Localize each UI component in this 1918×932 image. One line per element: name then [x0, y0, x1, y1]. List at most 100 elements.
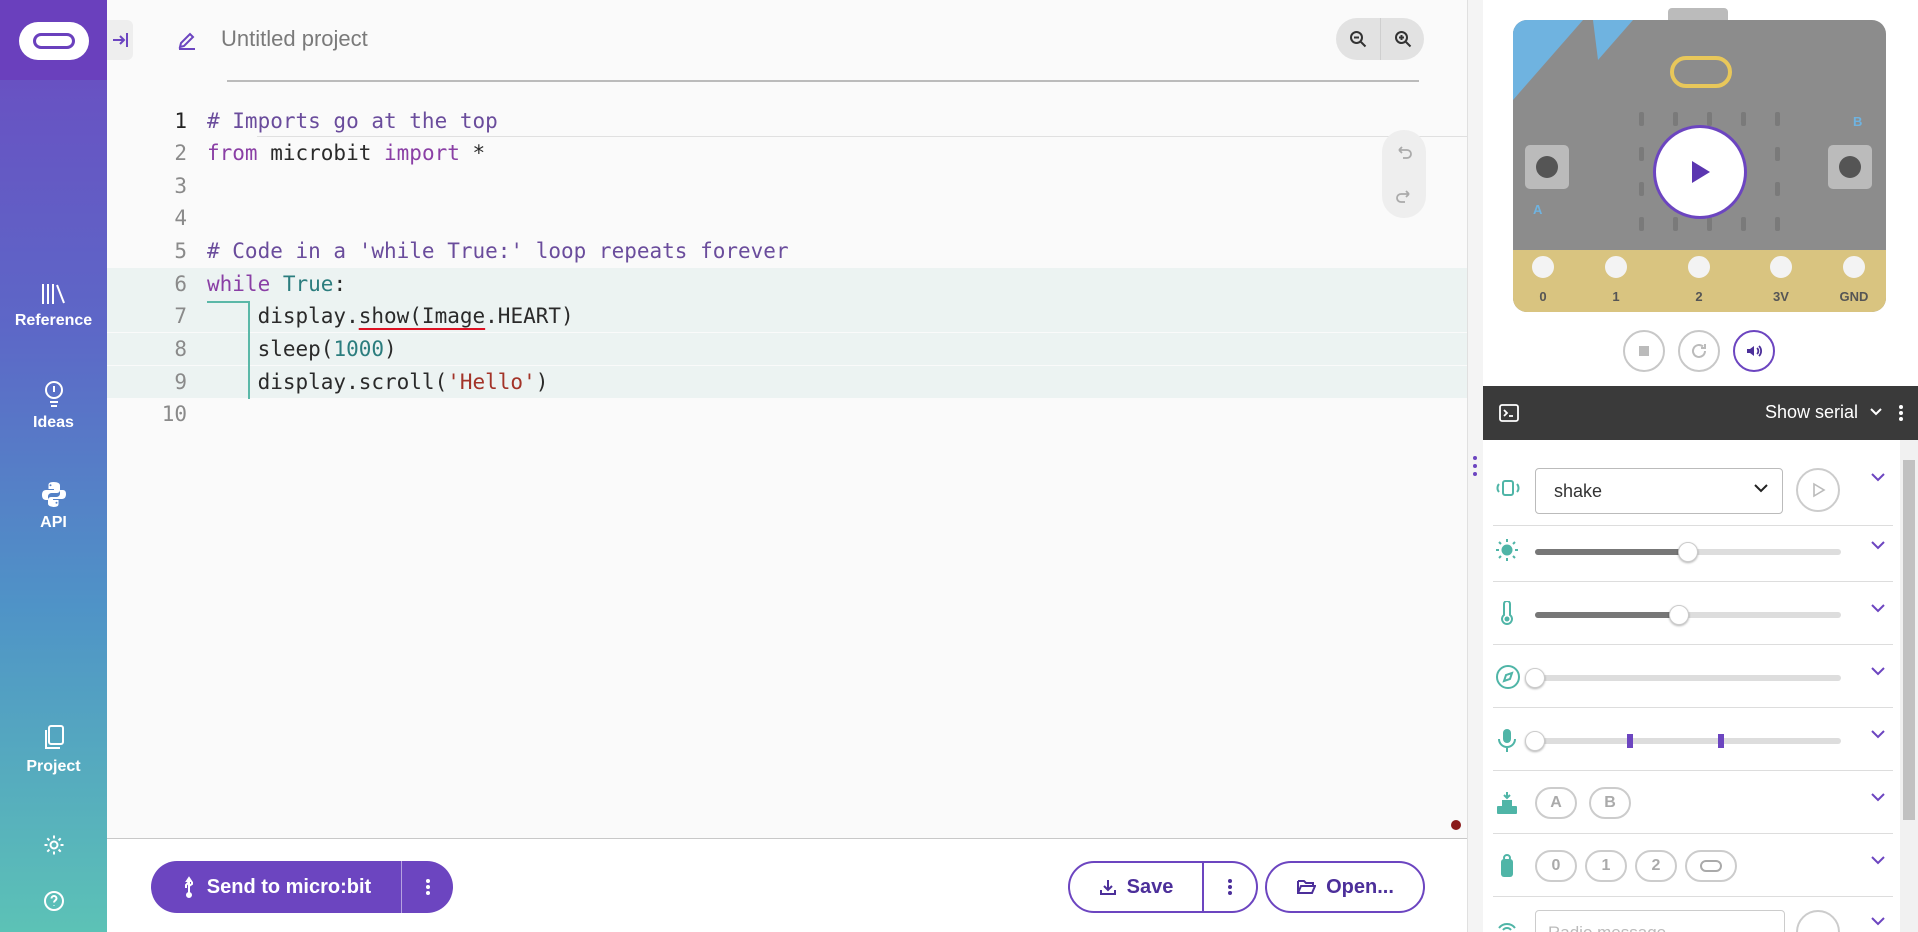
send-more-button[interactable]: [401, 861, 453, 913]
terminal-icon: [1499, 404, 1519, 422]
code-line[interactable]: 3: [107, 170, 1467, 202]
send-to-microbit-button[interactable]: Send to micro:bit: [151, 861, 401, 913]
chevron-down-icon[interactable]: [1871, 729, 1885, 739]
board-button-b[interactable]: [1828, 145, 1872, 189]
compass-slider[interactable]: [1525, 668, 1841, 688]
serial-bar[interactable]: Show serial: [1483, 386, 1918, 440]
code-token: ): [384, 337, 397, 361]
stop-button[interactable]: [1623, 330, 1665, 372]
radio-message-input[interactable]: Radio message: [1535, 910, 1785, 932]
thermometer-icon: [1501, 601, 1513, 625]
sidebar-item-ideas[interactable]: Ideas: [0, 380, 107, 432]
line-content: display.scroll('Hello'): [207, 366, 549, 398]
code-line[interactable]: 2 from microbit import *: [107, 137, 1467, 169]
code-line[interactable]: 9 display.scroll('Hello'): [107, 366, 1467, 398]
code-line[interactable]: 1 # Imports go at the top: [107, 105, 1467, 137]
chevron-down-icon: [1870, 408, 1882, 416]
help-button[interactable]: [0, 890, 107, 918]
sound-threshold-high[interactable]: [1718, 734, 1724, 748]
code-token: microbit: [257, 141, 385, 165]
chevron-down-icon[interactable]: [1871, 603, 1885, 613]
code-editor[interactable]: 1 # Imports go at the top 2 from microbit …: [107, 100, 1467, 835]
save-button[interactable]: Save: [1070, 863, 1204, 911]
code-token: 'Hello': [447, 370, 536, 394]
code-line[interactable]: 4: [107, 202, 1467, 234]
chevron-down-icon[interactable]: [1871, 472, 1885, 482]
radio-icon: [1498, 923, 1516, 931]
sensor-scrollbar[interactable]: [1900, 440, 1918, 932]
sound-slider-knob[interactable]: [1525, 731, 1545, 751]
sim-button-b[interactable]: B: [1589, 787, 1631, 819]
light-slider-knob[interactable]: [1678, 542, 1698, 562]
line-content: from microbit import *: [207, 137, 485, 169]
redo-icon: [1396, 190, 1410, 203]
send-to-microbit-group: Send to micro:bit: [151, 861, 453, 913]
touch-icon: [1501, 854, 1513, 877]
gesture-select-value: shake: [1554, 481, 1603, 501]
chevron-down-icon[interactable]: [1871, 916, 1885, 926]
pin-0[interactable]: [1528, 252, 1558, 282]
pin-1[interactable]: [1601, 252, 1631, 282]
code-token: sleep(: [207, 337, 334, 361]
reset-button[interactable]: [1678, 330, 1720, 372]
chevron-down-icon[interactable]: [1871, 792, 1885, 802]
zoom-in-button[interactable]: [1380, 18, 1424, 60]
send-radio-button[interactable]: [1796, 910, 1840, 932]
undo-button[interactable]: [1382, 130, 1426, 174]
sound-threshold-low[interactable]: [1627, 734, 1633, 748]
code-token: show(Image: [358, 304, 486, 328]
code-token: 1000: [333, 337, 385, 361]
left-sidebar: Reference Ideas API Project: [0, 0, 107, 932]
touch-pin-2[interactable]: 2: [1635, 850, 1677, 882]
line-number: 8: [174, 337, 187, 361]
temperature-slider-knob[interactable]: [1668, 605, 1689, 625]
send-gesture-button[interactable]: [1796, 468, 1840, 512]
save-more-button[interactable]: [1204, 863, 1256, 911]
chevron-down-icon[interactable]: [1871, 666, 1885, 676]
scrollbar-thumb[interactable]: [1903, 460, 1915, 820]
mute-button[interactable]: [1733, 330, 1775, 372]
sidebar-item-api[interactable]: API: [0, 480, 107, 532]
board-logo: [1670, 56, 1732, 88]
more-vertical-icon[interactable]: [1898, 404, 1904, 422]
open-button[interactable]: Open...: [1265, 861, 1425, 913]
show-serial-label[interactable]: Show serial: [1765, 402, 1858, 423]
temperature-slider[interactable]: [1535, 605, 1841, 625]
touch-pin-0[interactable]: 0: [1535, 850, 1577, 882]
sound-slider[interactable]: [1525, 731, 1841, 751]
pin-label: 2: [1695, 289, 1703, 304]
microphone-icon: [1498, 729, 1516, 752]
code-line[interactable]: 10: [107, 398, 1467, 430]
touch-pin-1[interactable]: 1: [1585, 850, 1627, 882]
sim-button-a[interactable]: A: [1535, 787, 1577, 819]
edit-pencil-icon[interactable]: [177, 30, 197, 50]
touch-logo[interactable]: [1685, 850, 1737, 882]
code-line[interactable]: 7 display.show(Image.HEART): [107, 300, 1467, 332]
code-line[interactable]: 8 sleep(1000): [107, 333, 1467, 365]
pin-label: 1: [1612, 289, 1620, 304]
sun-icon: [1496, 539, 1518, 561]
simulator-play-button[interactable]: [1653, 125, 1747, 219]
redo-button[interactable]: [1382, 174, 1426, 218]
panel-splitter[interactable]: [1467, 0, 1483, 932]
code-token: :: [333, 272, 347, 296]
code-line[interactable]: 6 while True:: [107, 268, 1467, 300]
sidebar-item-reference[interactable]: Reference: [0, 282, 107, 330]
light-slider[interactable]: [1535, 542, 1841, 562]
project-name[interactable]: Untitled project: [221, 26, 368, 52]
zoom-out-button[interactable]: [1336, 18, 1380, 60]
board-button-a[interactable]: [1525, 145, 1569, 189]
chevron-down-icon[interactable]: [1871, 540, 1885, 550]
save-group: Save: [1068, 861, 1258, 913]
code-line[interactable]: 5 # Code in a 'while True:' loop repeats …: [107, 235, 1467, 267]
light-slider-fill: [1535, 549, 1688, 555]
pin-label: GND: [1839, 289, 1869, 304]
pin-label: 0: [1539, 289, 1547, 304]
compass-slider-knob[interactable]: [1525, 668, 1545, 688]
sidebar-item-project[interactable]: Project: [0, 724, 107, 776]
pin-gnd: [1839, 252, 1869, 282]
settings-button[interactable]: [0, 834, 107, 862]
gesture-select[interactable]: shake: [1535, 468, 1783, 514]
chevron-down-icon[interactable]: [1871, 855, 1885, 865]
pin-2[interactable]: [1684, 252, 1714, 282]
